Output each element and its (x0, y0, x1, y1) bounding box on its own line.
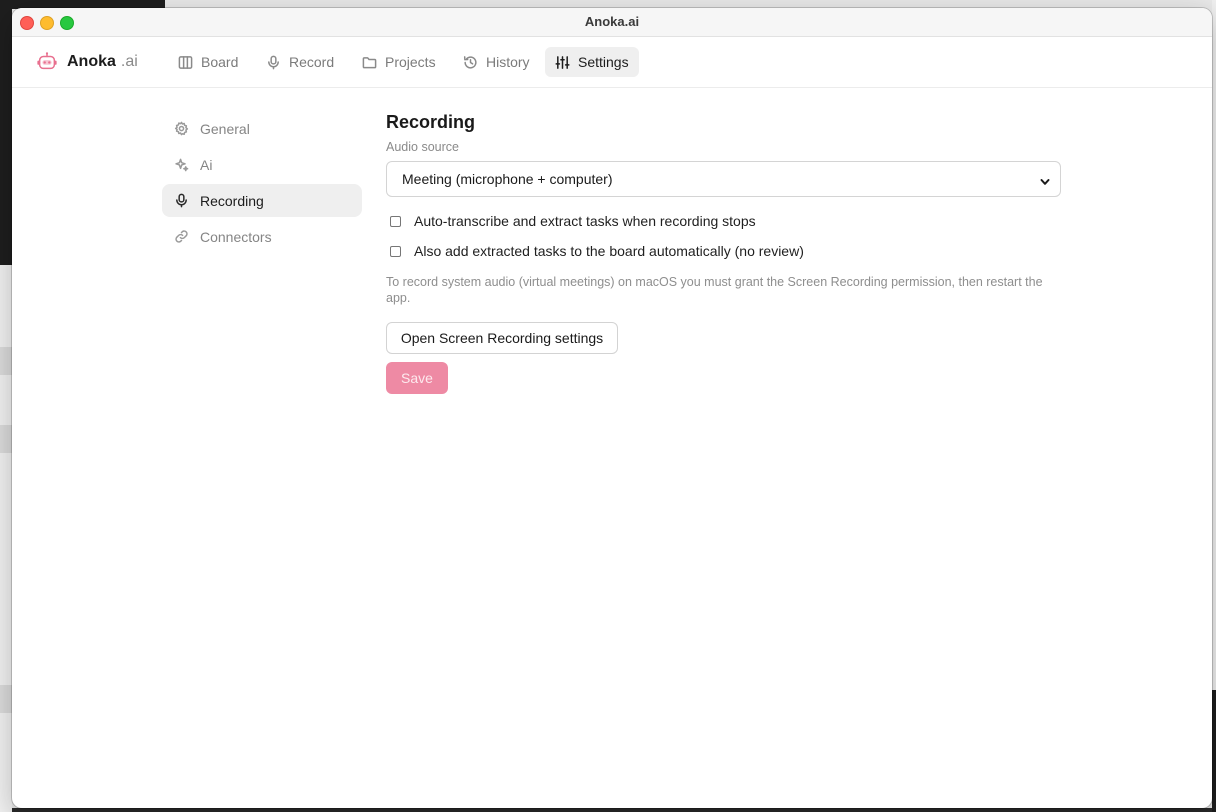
section-title: Recording (386, 112, 476, 132)
gear-icon (174, 121, 189, 136)
sidebar-item-recording[interactable]: Recording (162, 184, 362, 217)
microphone-icon (176, 193, 187, 208)
sidebar-item-ai[interactable]: Ai (162, 148, 362, 181)
audio-source-label: Audio source (386, 140, 459, 154)
background-window-edge (0, 0, 12, 265)
auto-transcribe-option: Auto-transcribe and extract tasks when r… (390, 211, 756, 231)
auto-transcribe-label[interactable]: Auto-transcribe and extract tasks when r… (414, 213, 756, 229)
nav-record[interactable]: Record (256, 47, 344, 77)
nav-board-label: Board (201, 54, 239, 70)
auto-add-checkbox[interactable] (390, 245, 401, 257)
sidebar-item-connectors[interactable]: Connectors (162, 220, 362, 253)
sliders-icon (555, 55, 570, 69)
brand-name: Anoka (67, 53, 116, 70)
nav-history-label: History (486, 54, 530, 70)
brand[interactable]: Anoka .ai (36, 49, 138, 75)
audio-source-select[interactable]: Meeting (microphone + computer) (386, 161, 1061, 197)
nav-projects[interactable]: Projects (352, 47, 446, 77)
nav-settings[interactable]: Settings (545, 47, 639, 77)
top-navigation: Anoka .ai Board Record Projects History … (12, 37, 1212, 88)
link-icon (175, 230, 188, 243)
app-window: Anoka.ai Anoka .ai Board Record Projects… (12, 8, 1212, 808)
robot-logo-icon (37, 52, 57, 70)
open-screen-recording-settings-button[interactable]: Open Screen Recording settings (386, 322, 618, 354)
nav-history[interactable]: History (453, 47, 540, 77)
background-window-strip (0, 265, 12, 812)
history-icon (463, 55, 477, 68)
brand-suffix: .ai (120, 53, 138, 70)
title-bar[interactable]: Anoka.ai (12, 8, 1212, 37)
microphone-icon (268, 55, 279, 69)
desktop-background-right (1212, 690, 1216, 812)
nav-projects-label: Projects (385, 54, 436, 70)
nav-record-label: Record (289, 54, 335, 70)
sidebar-item-general-label: General (200, 120, 250, 137)
chevron-down-icon (1040, 174, 1050, 185)
nav-settings-label: Settings (578, 54, 629, 70)
sparkle-icon (175, 158, 189, 172)
nav-board[interactable]: Board (168, 47, 248, 77)
auto-transcribe-checkbox[interactable] (390, 215, 401, 227)
background-window-edge-right (1212, 0, 1216, 690)
window-title: Anoka.ai (584, 14, 640, 29)
audio-source-value: Meeting (microphone + computer) (402, 171, 613, 187)
auto-add-label[interactable]: Also add extracted tasks to the board au… (414, 243, 804, 259)
sidebar-item-general[interactable]: General (162, 112, 362, 145)
save-button[interactable]: Save (386, 362, 448, 394)
screen-recording-help-text: To record system audio (virtual meetings… (386, 275, 1043, 305)
sidebar-item-ai-label: Ai (200, 156, 213, 173)
desktop-background-bottom (12, 808, 1212, 812)
auto-add-option: Also add extracted tasks to the board au… (390, 241, 804, 261)
sidebar-item-connectors-label: Connectors (200, 228, 272, 245)
folder-icon (362, 56, 377, 68)
board-columns-icon (178, 55, 193, 69)
sidebar-item-recording-label: Recording (200, 192, 264, 209)
